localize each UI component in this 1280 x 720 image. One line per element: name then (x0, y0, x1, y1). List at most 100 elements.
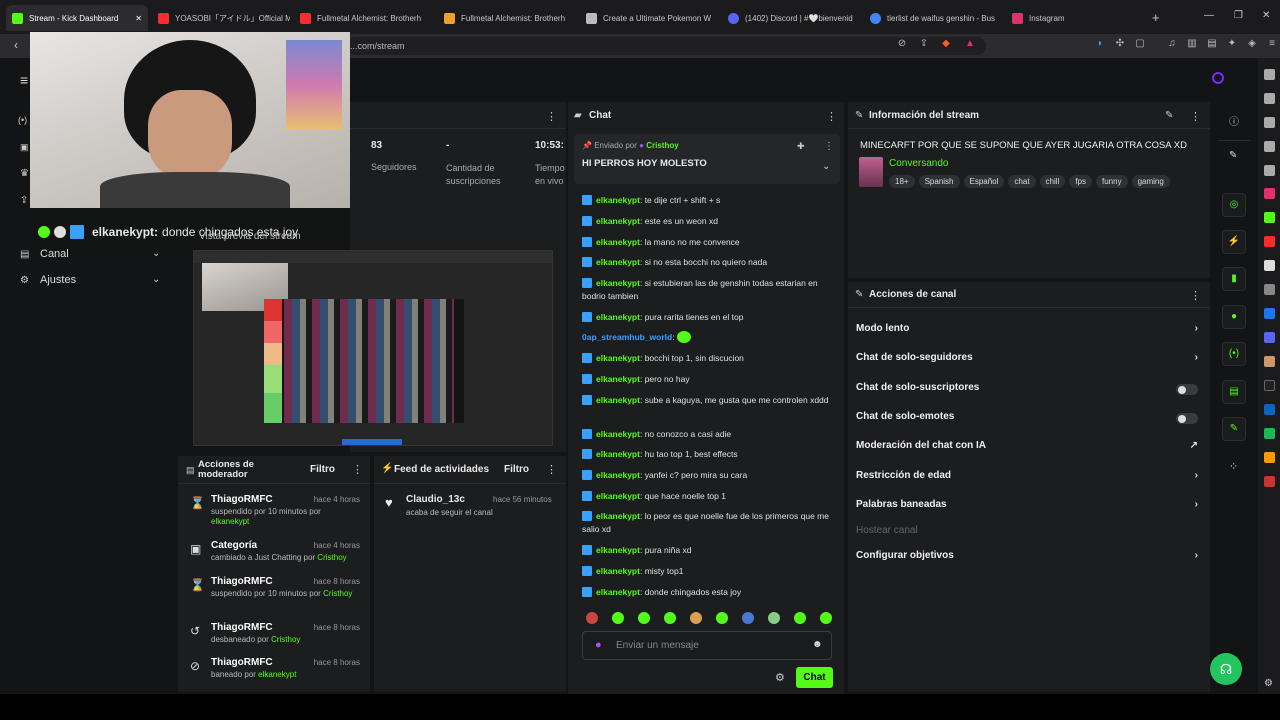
sidebar-item-ajustes[interactable]: Ajustes (40, 274, 76, 286)
host-channel-row[interactable]: Hostear canal (856, 525, 1206, 541)
sidebar-item-canal[interactable]: Canal (40, 248, 69, 260)
unpin-icon[interactable]: ✚ (797, 141, 805, 152)
mod-action-actor[interactable]: elkanekypt (211, 517, 249, 526)
mic-icon[interactable]: ● (595, 639, 602, 651)
channel-icon[interactable]: ▤ (20, 249, 29, 260)
hamburger-icon[interactable]: ≡ (20, 72, 28, 88)
extensions-icon[interactable]: ✣ (1114, 38, 1126, 50)
tag[interactable]: Spanish (918, 175, 960, 188)
emote-icon[interactable] (768, 612, 780, 624)
wallet-icon[interactable] (1264, 141, 1275, 152)
slow-mode-row[interactable]: Modo lento › (856, 323, 1206, 339)
menu-icon[interactable]: ≡ (1266, 38, 1278, 50)
chat-user[interactable]: elkanekypt (596, 237, 640, 247)
chat-user[interactable]: elkanekypt (596, 429, 640, 439)
window-close-icon[interactable]: ✕ (1262, 10, 1270, 21)
chevron-down-icon[interactable]: ⌄ (152, 274, 160, 285)
tool-pin-icon[interactable]: ▮ (1222, 267, 1246, 291)
settings-gear-icon[interactable]: ⚙ (20, 275, 29, 286)
pages-icon[interactable] (1264, 165, 1275, 176)
chat-user[interactable]: elkanekypt (596, 195, 640, 205)
chat-user[interactable]: elkanekypt (596, 545, 640, 555)
tag[interactable]: chat (1008, 175, 1036, 188)
close-icon[interactable]: ✕ (135, 14, 142, 23)
category-name[interactable]: Conversando (889, 158, 948, 169)
more-tools-icon[interactable]: ⁘ (1229, 460, 1238, 473)
banned-words-row[interactable]: Palabras baneadas › (856, 499, 1206, 515)
trophy-icon[interactable]: ♛ (20, 168, 29, 179)
chat-user[interactable]: elkanekypt (596, 491, 640, 501)
emote-icon[interactable] (690, 612, 702, 624)
kebab-icon[interactable]: ⋮ (546, 110, 557, 123)
tag[interactable]: chill (1039, 175, 1066, 188)
chevron-down-icon[interactable]: ⌄ (822, 161, 830, 172)
emote-icon[interactable] (664, 612, 676, 624)
emote-icon[interactable] (794, 612, 806, 624)
chat-user[interactable]: elkanekypt (596, 257, 640, 267)
chat-user[interactable]: elkanekypt (596, 278, 640, 288)
upload-icon[interactable]: ⇪ (20, 195, 28, 206)
mod-action-actor[interactable]: Cristhoy (317, 553, 346, 562)
maximize-icon[interactable]: ❐ (1234, 10, 1243, 21)
send-chat-button[interactable]: Chat (796, 667, 833, 688)
minimize-icon[interactable]: — (1204, 10, 1214, 21)
mute-icon[interactable]: ⊘ (896, 38, 908, 50)
kebab-icon[interactable]: ⋮ (824, 141, 834, 152)
app-icon[interactable] (1264, 356, 1275, 367)
goals-row[interactable]: Configurar objetivos › (856, 550, 1206, 566)
notion-icon[interactable] (1264, 260, 1275, 271)
emote-icon[interactable] (612, 612, 624, 624)
chat-input[interactable]: ● Enviar un mensaje ☻ (582, 631, 832, 660)
kebab-icon[interactable]: ⋮ (546, 463, 557, 476)
wallet-icon[interactable]: ◗ (1094, 38, 1106, 50)
kebab-icon[interactable]: ⋮ (1190, 110, 1201, 123)
facebook-icon[interactable] (1264, 308, 1275, 319)
emote-icon[interactable] (716, 612, 728, 624)
tab-pokemon[interactable]: Create a Ultimate Pokemon W (580, 5, 718, 31)
tool-layout-icon[interactable]: ▤ (1222, 380, 1246, 404)
spotify-icon[interactable] (1264, 428, 1275, 439)
reading-list-icon[interactable] (1264, 93, 1275, 104)
bookmark-icon[interactable] (1264, 69, 1275, 80)
screenshot-icon[interactable]: ▢ (1134, 38, 1146, 50)
edit-pencil-icon[interactable]: ✎ (1165, 110, 1173, 121)
kebab-icon[interactable]: ⋮ (1190, 289, 1201, 302)
url-field[interactable]: ...com/stream (346, 37, 986, 55)
chat-user[interactable]: elkanekypt (596, 511, 640, 521)
tool-wrench-icon[interactable]: ✎ (1222, 417, 1246, 441)
tab-discord[interactable]: (1402) Discord | #🤍bienvenid (722, 5, 860, 31)
mod-filter-button[interactable]: Filtro (310, 464, 335, 475)
activity-filter-button[interactable]: Filtro (504, 464, 529, 475)
wallet2-icon[interactable]: ▤ (1206, 38, 1218, 50)
emote-icon[interactable] (820, 612, 832, 624)
chat-user[interactable]: elkanekypt (596, 395, 640, 405)
tab-kick-dashboard[interactable]: Stream - Kick Dashboard ✕ (6, 5, 148, 31)
stream-icon[interactable]: (•) (18, 115, 27, 125)
settings-gear-icon[interactable]: ⚙ (1264, 678, 1273, 689)
chat-user[interactable]: elkanekypt (596, 374, 640, 384)
kebab-icon[interactable]: ⋮ (352, 463, 363, 476)
chat-user[interactable]: elkanekypt (596, 312, 640, 322)
chat-user[interactable]: elkanekypt (596, 216, 640, 226)
tool-bolt-icon[interactable]: ⚡ (1222, 230, 1246, 254)
youtube-icon[interactable] (1264, 236, 1275, 247)
edit-layout-icon[interactable]: ✎ (1229, 150, 1237, 161)
share-icon[interactable]: ⇪ (918, 38, 930, 50)
mod-action-target[interactable]: ThiagoRMFC (211, 576, 273, 587)
brave-shield-icon[interactable]: ◆ (940, 38, 952, 50)
image-icon[interactable]: ▣ (20, 142, 29, 153)
avatar[interactable] (1212, 72, 1224, 84)
chat-user[interactable]: elkanekypt (596, 587, 640, 597)
kebab-icon[interactable]: ⋮ (826, 110, 837, 123)
instagram-icon[interactable] (1264, 188, 1275, 199)
emoji-picker-icon[interactable]: ☻ (812, 639, 823, 650)
mod-action-target[interactable]: ThiagoRMFC (211, 494, 273, 505)
subs-only-toggle[interactable] (1176, 384, 1198, 395)
mod-action-target[interactable]: ThiagoRMFC (211, 622, 273, 633)
mod-action-actor[interactable]: Cristhoy (271, 635, 300, 644)
sidebar-icon[interactable]: ▥ (1186, 38, 1198, 50)
settings-gear-icon[interactable]: ⚙ (775, 671, 785, 684)
emote-icon[interactable] (638, 612, 650, 624)
ai-moderation-row[interactable]: Moderación del chat con IA ↗ (856, 440, 1206, 456)
tag[interactable]: Español (963, 175, 1005, 188)
